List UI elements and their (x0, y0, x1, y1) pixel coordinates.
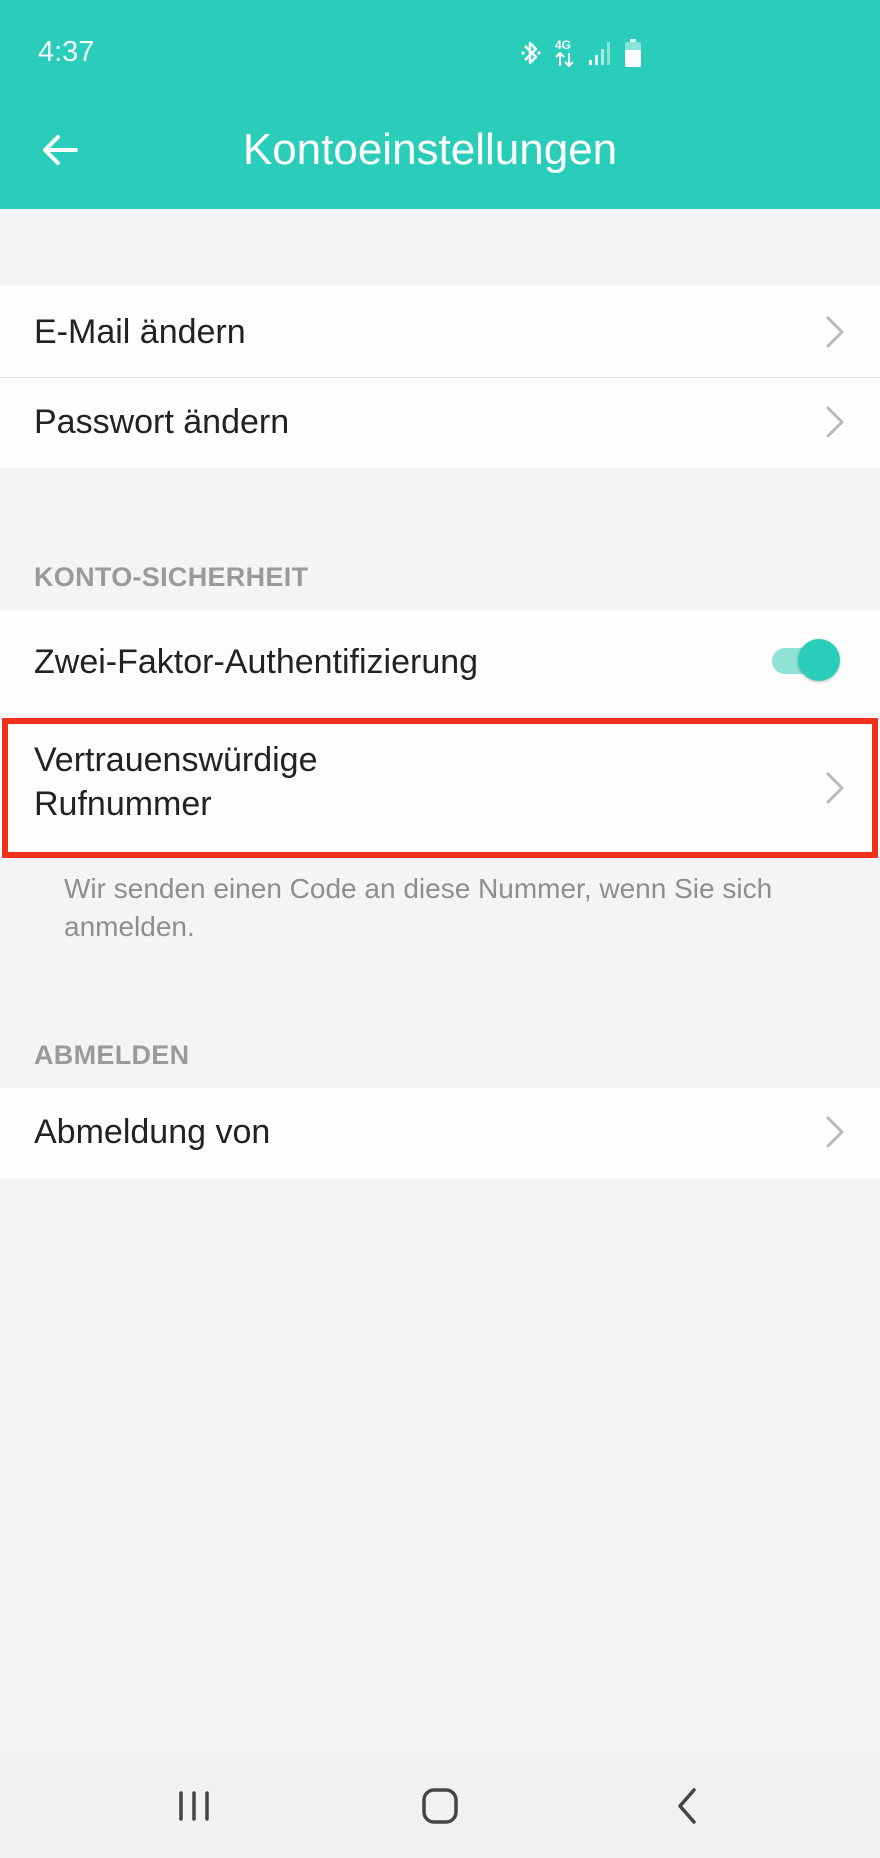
status-time: 4:37 (38, 36, 95, 68)
toggle-knob (798, 639, 840, 681)
4g-data-icon: 4G (555, 38, 574, 68)
chevron-right-icon (826, 316, 844, 348)
two-factor-row: Zwei-Faktor-Authentifizierung (0, 610, 880, 714)
home-button[interactable] (410, 1778, 470, 1834)
bluetooth-icon (521, 41, 541, 65)
system-nav-bar (0, 1752, 880, 1858)
network-type-label: 4G (555, 38, 571, 52)
trusted-number-help-text: Wir senden einen Code an diese Nummer, w… (64, 873, 773, 942)
chevron-right-icon (826, 772, 844, 804)
change-email-label: E-Mail ändern (34, 313, 246, 351)
recent-apps-button[interactable] (164, 1778, 224, 1834)
back-button[interactable] (30, 120, 90, 180)
trusted-number-label-line1: Vertrauenswürdige (34, 741, 318, 779)
arrow-left-icon (43, 135, 78, 165)
signal-icon (589, 42, 610, 65)
account-settings-screen: 4:37 4G Kontoeinstellungen E-Mail ändern… (0, 0, 880, 1858)
two-factor-toggle[interactable] (768, 638, 840, 681)
logout-row[interactable]: Abmeldung von (0, 1088, 880, 1178)
trusted-number-row[interactable]: Vertrauenswürdige Rufnummer (0, 718, 880, 858)
change-password-label: Passwort ändern (34, 403, 290, 441)
app-header: 4:37 4G Kontoeinstellungen (0, 0, 880, 209)
two-factor-label: Zwei-Faktor-Authentifizierung (34, 643, 479, 681)
change-password-row[interactable]: Passwort ändern (0, 378, 880, 468)
change-email-row[interactable]: E-Mail ändern (0, 286, 880, 378)
recent-apps-icon (179, 1791, 209, 1821)
chevron-right-icon (826, 406, 844, 438)
nav-back-button[interactable] (658, 1778, 718, 1834)
security-section-header: KONTO-SICHERHEIT (34, 562, 309, 592)
status-icons: 4G (520, 36, 642, 70)
home-icon (422, 1788, 458, 1824)
back-icon (678, 1788, 696, 1824)
logout-section-header: ABMELDEN (34, 1040, 190, 1070)
logout-label: Abmeldung von (34, 1113, 271, 1151)
trusted-number-label-line2: Rufnummer (34, 785, 212, 823)
battery-icon (625, 39, 641, 67)
chevron-right-icon (826, 1116, 844, 1148)
page-title: Kontoeinstellungen (242, 125, 618, 174)
